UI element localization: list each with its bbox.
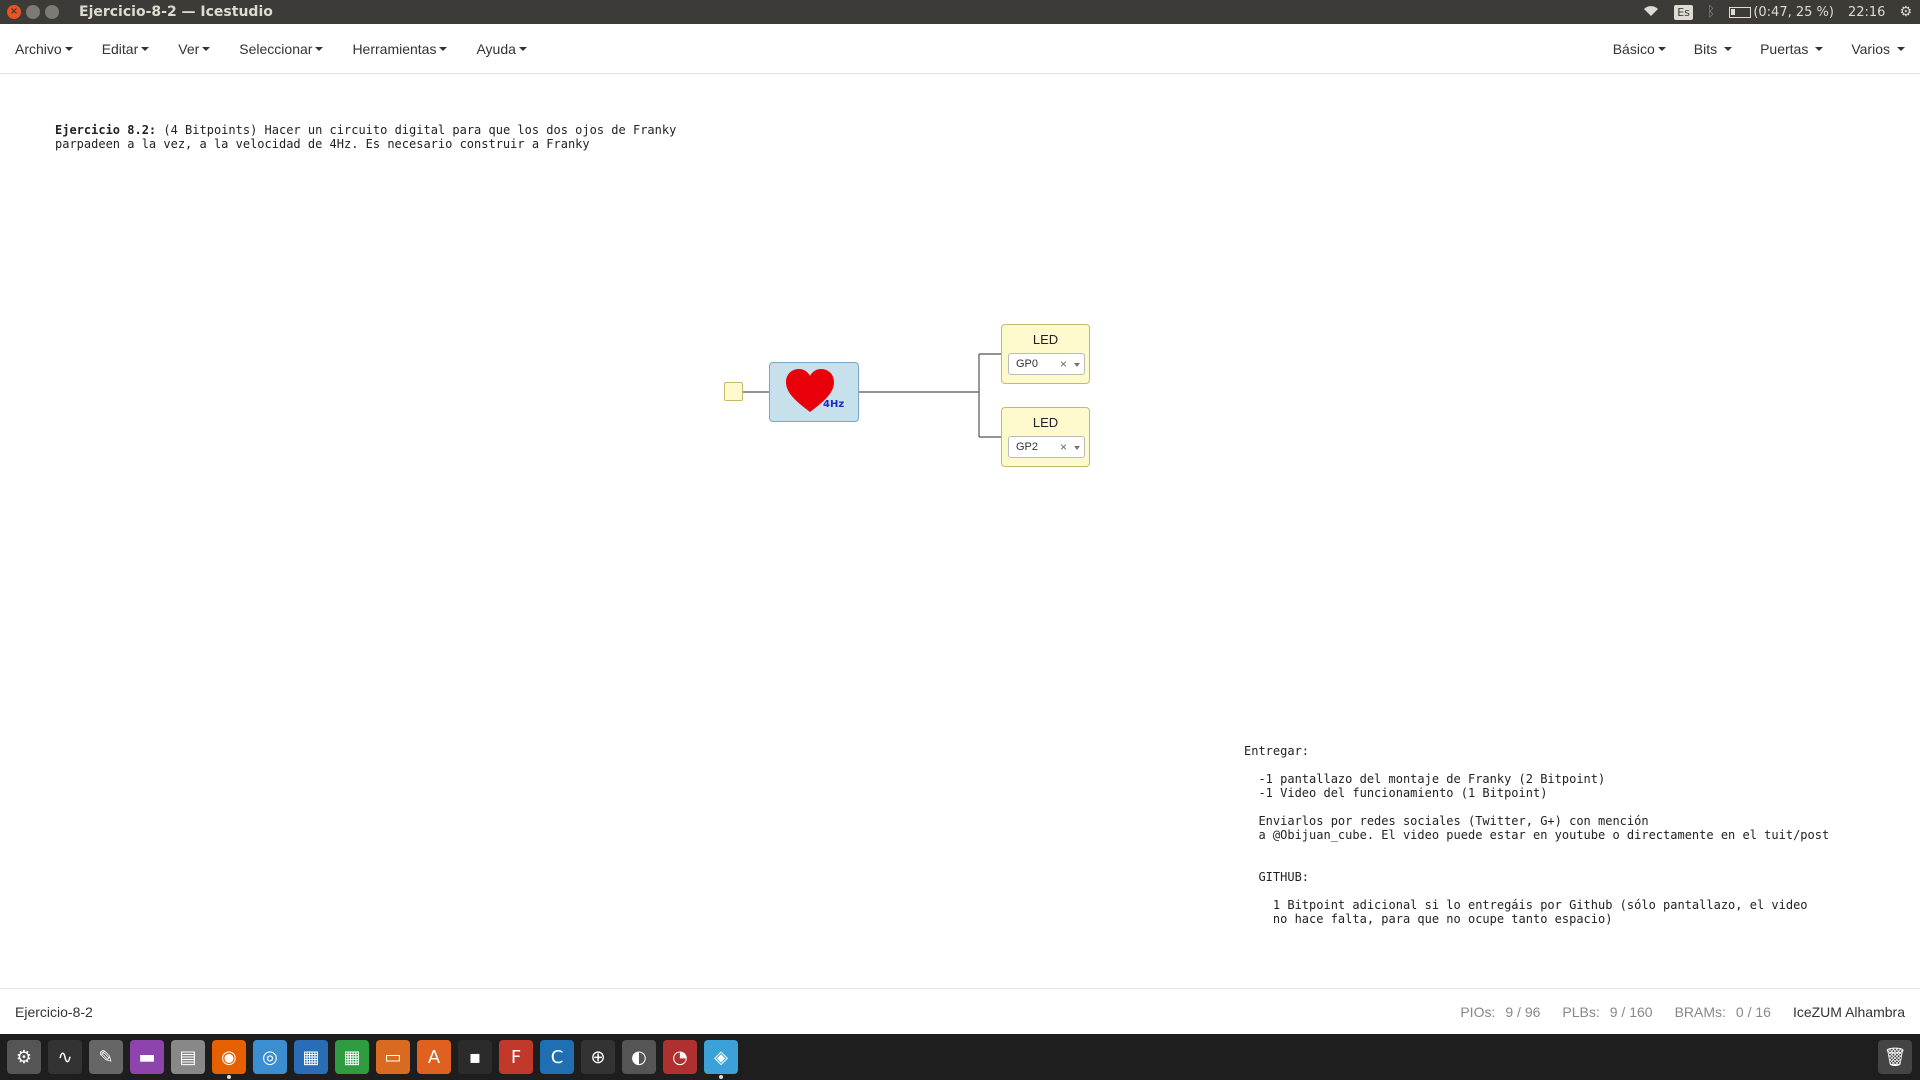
tools-icon[interactable]: ✎: [89, 1040, 123, 1074]
pios-label: PIOs:: [1460, 1003, 1496, 1020]
menu-herramientas[interactable]: Herramientas: [352, 40, 448, 57]
caret-down-icon: [518, 46, 527, 51]
caret-down-icon: [439, 46, 448, 51]
cura-icon[interactable]: C: [540, 1040, 574, 1074]
close-window-button[interactable]: ×: [7, 5, 21, 19]
minimize-window-button[interactable]: [26, 5, 40, 19]
caret-down-icon: [1897, 46, 1905, 51]
plbs-label: PLBs:: [1562, 1003, 1600, 1020]
menubar: Archivo Editar Ver Seleccionar Herramien…: [0, 24, 1920, 74]
chevron-down-icon[interactable]: [1074, 363, 1080, 367]
led-block[interactable]: LED GP2 ×: [1001, 407, 1090, 467]
plbs-value: 9 / 160: [1609, 1003, 1653, 1020]
menu-label: Ayuda: [476, 40, 516, 57]
system-settings-icon[interactable]: ⚙: [7, 1040, 41, 1074]
pin-value: GP2: [1016, 441, 1039, 453]
brams-value: 0 / 16: [1735, 1003, 1771, 1020]
caret-down-icon: [64, 46, 73, 51]
wifi-icon[interactable]: [1642, 4, 1660, 21]
terminal-dark-icon[interactable]: ▪: [458, 1040, 492, 1074]
menu-seleccionar[interactable]: Seleccionar: [239, 40, 324, 57]
taskbar: ⚙ ∿ ✎ ▬ ▤ ◉ ◎ ▦ ▦ ▭ A ▪ F C ⊕ ◐ ◔ ◈ 🗑: [0, 1034, 1920, 1080]
statusbar: Ejercicio-8-2 PIOs: 9 / 96 PLBs: 9 / 160 B…: [0, 988, 1920, 1034]
blocks-menu: Básico Bits Puertas Varios: [1613, 41, 1905, 57]
impress-icon[interactable]: ▭: [376, 1040, 410, 1074]
menu-ayuda[interactable]: Ayuda: [476, 40, 527, 57]
chevron-down-icon[interactable]: [1074, 446, 1080, 450]
files-icon[interactable]: ▤: [171, 1040, 205, 1074]
battery-indicator[interactable]: (0:47, 25 %): [1729, 5, 1834, 20]
caret-down-icon: [315, 46, 324, 51]
menu-varios[interactable]: Varios: [1851, 41, 1905, 57]
firefox-icon[interactable]: ◉: [212, 1040, 246, 1079]
software-center-icon[interactable]: A: [417, 1040, 451, 1074]
battery-icon: [1729, 6, 1752, 18]
pin-select[interactable]: GP2 ×: [1008, 436, 1085, 458]
menu-label: Bits: [1693, 40, 1718, 57]
delivery-instructions-note[interactable]: Entregar: -1 pantallazo del montaje de F…: [1244, 744, 1829, 926]
caret-down-icon: [1724, 46, 1733, 51]
input-port-block[interactable]: [724, 382, 743, 401]
pios-value: 9 / 96: [1505, 1003, 1541, 1020]
freecad-icon[interactable]: F: [499, 1040, 533, 1074]
bluetooth-icon[interactable]: ᛒ: [1707, 4, 1715, 20]
pin-select[interactable]: GP0 ×: [1008, 353, 1085, 375]
menu-puertas[interactable]: Puertas: [1760, 40, 1824, 57]
led-block[interactable]: LED GP0 ×: [1001, 324, 1090, 384]
maximize-window-button[interactable]: [45, 5, 59, 19]
chrome-icon[interactable]: ◎: [253, 1040, 287, 1074]
keyboard-layout-indicator[interactable]: Es: [1674, 4, 1693, 20]
system-tray: Es ᛒ (0:47, 25 %) 22:16 ⚙: [1642, 0, 1912, 24]
brams-label: BRAMs:: [1674, 1003, 1726, 1020]
led-title: LED: [1032, 415, 1059, 430]
menu-label: Seleccionar: [239, 40, 313, 57]
screenshot-icon[interactable]: ◔: [663, 1040, 697, 1074]
circuit-canvas[interactable]: Ejercicio 8.2: (4 Bitpoints) Hacer un ci…: [0, 75, 1920, 988]
window-title: Ejercicio-8-2 — Icestudio: [79, 4, 273, 20]
writer-icon[interactable]: ▦: [294, 1040, 328, 1074]
gear-icon[interactable]: ⚙: [1899, 4, 1912, 20]
menu-label: Editar: [101, 40, 139, 57]
caret-down-icon: [202, 46, 211, 51]
main-menu: Archivo Editar Ver Seleccionar Herramien…: [15, 41, 527, 57]
led-title: LED: [1032, 332, 1059, 347]
menu-label: Ver: [178, 40, 200, 57]
menu-label: Básico: [1612, 40, 1655, 57]
window-titlebar: × Ejercicio-8-2 — Icestudio Es ᛒ (0:47, …: [0, 0, 1920, 24]
calc-icon[interactable]: ▦: [335, 1040, 369, 1074]
resource-usage: PIOs: 9 / 96 PLBs: 9 / 160 BRAMs: 0 / 16 Ic…: [1460, 1004, 1905, 1020]
menu-editar[interactable]: Editar: [102, 41, 150, 57]
clock[interactable]: 22:16: [1848, 5, 1885, 20]
terminal-icon[interactable]: ▬: [130, 1040, 164, 1074]
system-monitor-icon[interactable]: ∿: [48, 1040, 82, 1074]
menu-ver[interactable]: Ver: [178, 40, 211, 57]
pin-value: GP0: [1016, 358, 1039, 370]
menu-archivo[interactable]: Archivo: [15, 41, 73, 57]
brams-usage: BRAMs: 0 / 16: [1675, 1004, 1771, 1020]
plbs-usage: PLBs: 9 / 160: [1562, 1004, 1652, 1020]
icestudio-icon[interactable]: ◈: [704, 1040, 738, 1079]
menu-label: Puertas: [1760, 40, 1809, 57]
battery-text: (0:47, 25 %): [1753, 4, 1834, 20]
menu-label: Varios: [1851, 40, 1890, 57]
board-selector[interactable]: IceZUM Alhambra: [1793, 1004, 1905, 1020]
clear-icon[interactable]: ×: [1060, 440, 1067, 454]
clear-icon[interactable]: ×: [1060, 357, 1067, 371]
menu-label: Archivo: [15, 40, 62, 57]
menu-bits[interactable]: Bits: [1693, 40, 1733, 57]
frequency-label: 4Hz: [823, 399, 845, 410]
caret-down-icon: [141, 46, 150, 51]
menu-basico[interactable]: Básico: [1613, 41, 1666, 57]
project-name: Ejercicio-8-2: [15, 1003, 93, 1020]
pios-usage: PIOs: 9 / 96: [1460, 1004, 1540, 1020]
steam-icon[interactable]: ◐: [622, 1040, 656, 1074]
crosshair-icon[interactable]: ⊕: [581, 1040, 615, 1074]
menu-label: Herramientas: [352, 40, 437, 57]
caret-down-icon: [1657, 46, 1666, 51]
heart-4hz-block[interactable]: 4Hz: [769, 362, 859, 422]
trash-icon[interactable]: 🗑: [1878, 1040, 1912, 1074]
caret-down-icon: [1815, 46, 1824, 51]
